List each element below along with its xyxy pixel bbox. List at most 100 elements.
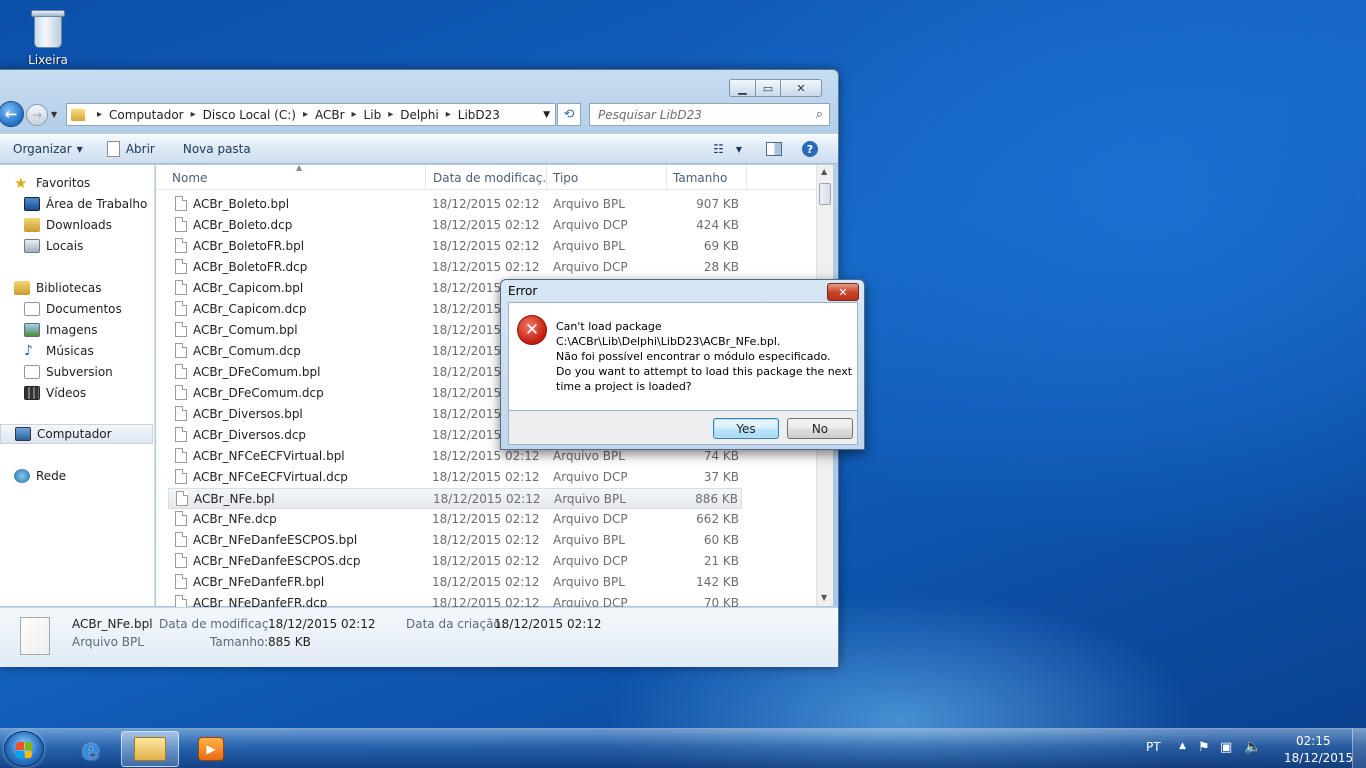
close-button[interactable]: ✕ [780, 79, 822, 97]
maximize-button[interactable]: ▭ [755, 79, 781, 97]
nav-music-label: Músicas [46, 344, 94, 358]
dialog-message: Can't load package C:\ACBr\Lib\Delphi\Li… [556, 319, 852, 394]
nav-favorites[interactable]: ★ Favoritos [14, 173, 90, 193]
nav-computer[interactable]: Computador [0, 424, 153, 444]
file-row[interactable]: ACBr_NFe.bpl 18/12/2015 02:12 Arquivo BPL 8… [168, 488, 742, 509]
breadcrumb-lib[interactable]: Lib [364, 108, 382, 122]
nav-subversion-label: Subversion [46, 365, 113, 379]
clock-date[interactable]: 18/12/2015 [1284, 751, 1353, 765]
column-name-label: Nome [172, 170, 208, 185]
nav-subversion[interactable]: Subversion [24, 362, 113, 382]
flag-icon[interactable]: ⚑ [1198, 740, 1210, 755]
column-header: Nome ▲ Data de modificaç... Tipo Tamanho [156, 165, 816, 190]
explorer-icon[interactable] [121, 731, 179, 767]
view-icon: ☷ [713, 142, 724, 156]
file-date: 18/12/2015 02:12 [432, 512, 540, 526]
nav-network[interactable]: Rede [14, 466, 66, 486]
breadcrumb-disk[interactable]: Disco Local (C:) [203, 108, 296, 122]
windows-start-icon[interactable] [4, 731, 44, 767]
nav-desktop[interactable]: Área de Trabalho [24, 194, 147, 214]
column-type[interactable]: Tipo [547, 165, 667, 190]
no-button[interactable]: No [787, 418, 853, 439]
breadcrumb-computer[interactable]: Computador [109, 108, 184, 122]
network-tray-icon[interactable]: ▣ [1220, 740, 1232, 755]
column-size[interactable]: Tamanho [667, 165, 747, 190]
new-folder-label: Nova pasta [182, 142, 251, 156]
preview-pane-icon[interactable] [766, 142, 782, 156]
breadcrumb-separator[interactable]: ▸ [97, 109, 102, 120]
nav-libraries[interactable]: Bibliotecas [14, 278, 101, 298]
nav-music[interactable]: ♪ Músicas [24, 341, 94, 361]
show-desktop-button[interactable] [1352, 729, 1366, 768]
file-type: Arquivo BPL [553, 197, 625, 211]
file-row[interactable]: ACBr_Boleto.dcp 18/12/2015 02:12 Arquivo D… [168, 215, 742, 236]
file-type: Arquivo BPL [553, 575, 625, 589]
search-icon[interactable]: ⌕ [816, 107, 823, 122]
search-input[interactable]: Pesquisar LibD23 ⌕ [589, 103, 830, 126]
file-type: Arquivo DCP [553, 554, 628, 568]
refresh-icon[interactable]: ⟲ [557, 103, 581, 126]
file-row[interactable]: ACBr_NFeDanfeFR.bpl 18/12/2015 02:12 Arqui… [168, 572, 742, 593]
scroll-down-arrow[interactable]: ▼ [821, 593, 827, 602]
breadcrumb-separator[interactable]: ▸ [446, 109, 451, 120]
media-player-icon[interactable]: ▶ [182, 731, 240, 767]
file-date: 18/12/2015 02:12 [432, 575, 540, 589]
file-row[interactable]: ACBr_NFe.dcp 18/12/2015 02:12 Arquivo DCP 6… [168, 509, 742, 530]
nav-images-label: Imagens [46, 323, 98, 337]
minimize-button[interactable]: ▁ [729, 79, 756, 97]
column-name[interactable]: Nome ▲ [166, 165, 426, 190]
scroll-thumb[interactable] [819, 183, 831, 205]
help-icon[interactable]: ? [802, 141, 818, 157]
breadcrumb-separator[interactable]: ▸ [191, 109, 196, 120]
address-dropdown-icon[interactable]: ▼ [543, 110, 550, 120]
breadcrumb-separator[interactable]: ▸ [303, 109, 308, 120]
recycle-bin-label: Lixeira [28, 53, 68, 64]
subversion-icon [24, 365, 40, 379]
back-button[interactable]: ← [0, 101, 24, 127]
column-size-label: Tamanho [673, 170, 728, 185]
command-bar: Organizar ▼ Abrir Nova pasta ☷ ▼ ? [0, 134, 838, 164]
file-name: ACBr_Comum.dcp [193, 344, 301, 358]
nav-images[interactable]: Imagens [24, 320, 97, 340]
breadcrumb-separator[interactable]: ▸ [388, 109, 393, 120]
dialog-close-button[interactable]: ✕ [827, 283, 859, 301]
new-folder-button[interactable]: Nova pasta [183, 142, 251, 156]
nav-documents[interactable]: Documentos [24, 299, 122, 319]
file-name: ACBr_Boleto.bpl [193, 197, 290, 211]
file-date: 18/12/2015 02:12 [432, 239, 540, 253]
scroll-up-arrow[interactable]: ▲ [821, 167, 827, 176]
details-file-type: Arquivo BPL [72, 635, 144, 649]
language-indicator[interactable]: PT [1146, 740, 1161, 754]
file-size: 907 KB [696, 197, 739, 211]
organize-button[interactable]: Organizar ▼ [13, 142, 83, 156]
file-row[interactable]: ACBr_Boleto.bpl 18/12/2015 02:12 Arquivo B… [168, 194, 742, 215]
breadcrumb-acbr[interactable]: ACBr [315, 108, 345, 122]
nav-locations[interactable]: Locais [24, 236, 83, 256]
video-icon [24, 386, 40, 400]
file-row[interactable]: ACBr_BoletoFR.dcp 18/12/2015 02:12 Arquivo… [168, 257, 742, 278]
nav-downloads[interactable]: Downloads [24, 215, 112, 235]
file-row[interactable]: ACBr_NFeDanfeESCPOS.dcp 18/12/2015 02:12 A… [168, 551, 742, 572]
recent-pages-dropdown[interactable]: ▼ [51, 110, 61, 120]
file-row[interactable]: ACBr_BoletoFR.bpl 18/12/2015 02:12 Arquivo… [168, 236, 742, 257]
nav-documents-label: Documentos [46, 302, 122, 316]
dialog-footer: Yes No [508, 411, 858, 445]
breadcrumb-libd23[interactable]: LibD23 [458, 108, 500, 122]
volume-icon[interactable]: 🔈 [1244, 739, 1261, 755]
open-button[interactable]: Abrir [106, 141, 155, 157]
file-large-icon [20, 617, 50, 655]
change-view-button[interactable]: ☷ ▼ [713, 142, 742, 156]
internet-explorer-icon[interactable]: e [62, 731, 120, 767]
forward-button[interactable]: → [26, 104, 48, 126]
address-bar[interactable]: ▸ Computador ▸ Disco Local (C:) ▸ ACBr ▸… [66, 103, 556, 126]
file-row[interactable]: ACBr_NFCeECFVirtual.dcp 18/12/2015 02:12 A… [168, 467, 742, 488]
show-hidden-icons[interactable]: ▲ [1179, 741, 1186, 751]
nav-videos[interactable]: Vídeos [24, 383, 86, 403]
file-row[interactable]: ACBr_NFeDanfeESCPOS.bpl 18/12/2015 02:12 A… [168, 530, 742, 551]
column-date[interactable]: Data de modificaç... [427, 165, 547, 190]
yes-button[interactable]: Yes [713, 418, 779, 439]
clock-time[interactable]: 02:15 [1296, 734, 1331, 748]
breadcrumb-delphi[interactable]: Delphi [400, 108, 439, 122]
breadcrumb-separator[interactable]: ▸ [352, 109, 357, 120]
recycle-bin-desktop-icon[interactable]: Lixeira [14, 4, 82, 68]
